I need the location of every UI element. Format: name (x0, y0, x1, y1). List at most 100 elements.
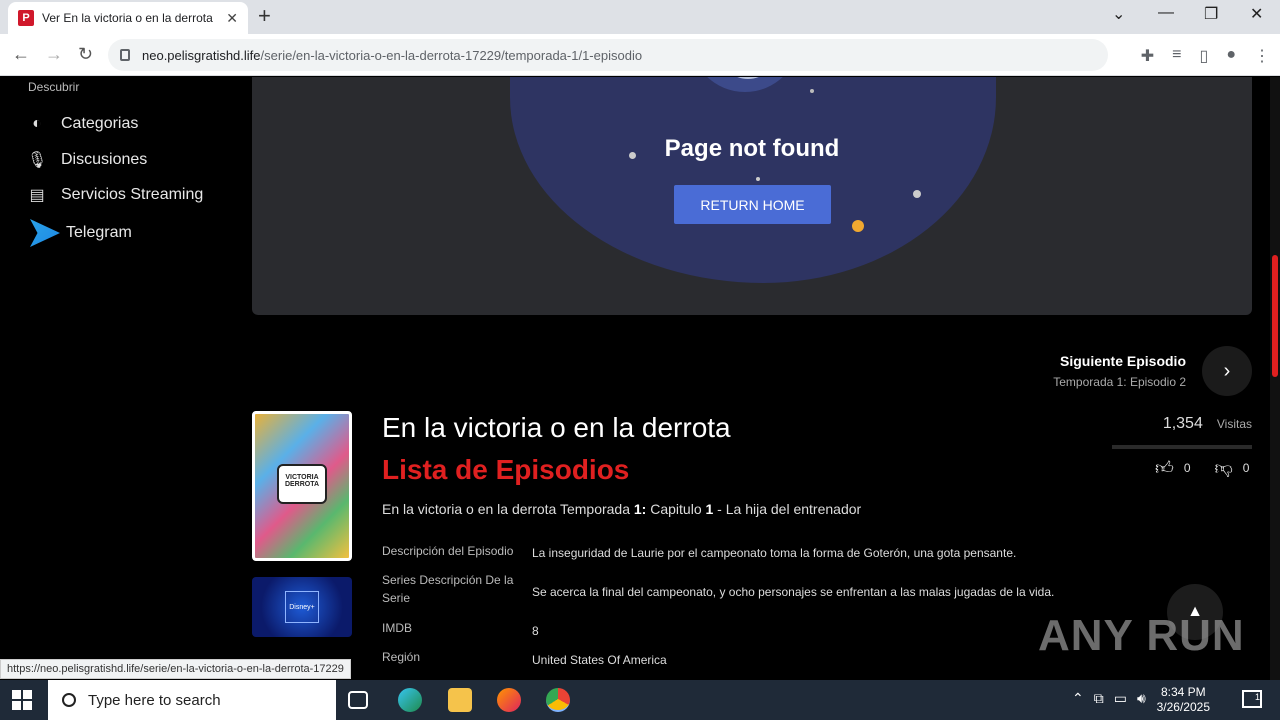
sidebar-item-categorias[interactable]: ◐ Categorias (26, 113, 138, 135)
dislike-count: 0 (1242, 461, 1250, 475)
episode-line-mid: Capitulo (646, 501, 706, 517)
page-content: Descubrir ◐ Categorias 🎙︎ Discusiones ▤ … (0, 77, 1280, 680)
episode-line-prefix: En la victoria o en la derrota Temporada (382, 501, 634, 517)
edge-icon[interactable] (398, 688, 422, 712)
status-bar-url: https://neo.pelisgratishd.life/serie/en-… (0, 659, 351, 679)
clock-date: 3/26/2025 (1156, 700, 1210, 714)
media-icon[interactable]: ≡ (1172, 46, 1181, 66)
meta-value: United States Of America (532, 653, 667, 667)
meta-label: Series Descripción De la Serie (382, 573, 514, 605)
meta-value: Se acerca la final del campeonato, y och… (532, 585, 1055, 599)
task-view-icon[interactable] (348, 691, 368, 709)
search-icon (62, 693, 76, 707)
extensions-icon[interactable]: ✚ (1141, 46, 1154, 66)
rating-controls: 👍︎ 0 👎︎ 0 (1155, 457, 1249, 479)
poster-logo: VICTORIA DERROTA (277, 464, 327, 504)
sidebar-item-streaming[interactable]: ▤ Servicios Streaming (26, 184, 203, 206)
notification-icon[interactable]: 1 (1242, 690, 1262, 708)
show-poster: VICTORIA DERROTA (252, 411, 352, 561)
episode-list-heading[interactable]: Lista de Episodios (382, 454, 629, 486)
video-player: Page not found RETURN HOME (252, 77, 1252, 315)
minimize-button[interactable]: — (1158, 4, 1174, 22)
side-panel-icon[interactable]: ▯ (1200, 46, 1209, 66)
chrome-icon[interactable] (546, 688, 570, 712)
menu-icon[interactable]: ⋮ (1254, 46, 1270, 66)
tv-stack-icon: ▤ (29, 187, 45, 204)
sidebar-item-label: Telegram (66, 224, 132, 241)
meta-label: Región (382, 650, 421, 664)
telegram-icon (30, 219, 60, 247)
next-episode-subtitle: Temporada 1: Episodio 2 (1053, 375, 1186, 389)
start-button[interactable] (12, 690, 32, 710)
file-explorer-icon[interactable] (448, 688, 472, 712)
meta-value: 8 (532, 624, 539, 638)
sidebar-item-telegram[interactable]: Telegram (30, 219, 132, 247)
show-title: En la victoria o en la derrota (382, 412, 731, 443)
disney-plus-logo: Disney+ (285, 591, 319, 623)
meta-label: Descripción del Episodio (382, 544, 514, 558)
browser-toolbar: ← → ↻ neo.pelisgratishd.life/serie/en-la… (0, 34, 1280, 76)
return-home-button[interactable]: RETURN HOME (674, 185, 831, 224)
scrollbar[interactable] (1270, 77, 1280, 680)
illustration-blob (510, 77, 996, 283)
star-dot (913, 190, 921, 198)
windows-taskbar: Type here to search ⌃ ⧉ ▭ 🔊︎ 8:34 PM 3/2… (0, 680, 1280, 720)
half-circle-icon: ◐ (32, 115, 42, 132)
meta-value: La inseguridad de Laurie por el campeona… (532, 546, 1017, 560)
microphone-icon: 🎙︎ (26, 152, 48, 169)
sidebar-section-title: Descubrir (28, 80, 80, 94)
url-host: neo.pelisgratishd.life (142, 47, 261, 63)
error-message: Page not found (664, 135, 840, 162)
site-favicon-icon: P (18, 10, 34, 26)
back-icon[interactable]: ← (12, 44, 30, 65)
next-episode[interactable]: Siguiente Episodio Temporada 1: Episodio… (1053, 353, 1186, 389)
view-count: 1,354 (1162, 415, 1203, 432)
star-dot (810, 89, 814, 93)
sidebar-item-discusiones[interactable]: 🎙︎ Discusiones (26, 149, 147, 171)
tab-search-icon[interactable]: ⌄ (1112, 4, 1125, 24)
reload-icon[interactable]: ↻ (78, 44, 93, 65)
address-bar[interactable]: neo.pelisgratishd.life/serie/en-la-victo… (108, 39, 1108, 71)
thumbs-down-icon[interactable]: 👎︎ (1215, 457, 1233, 479)
clock[interactable]: 8:34 PM 3/26/2025 (1157, 685, 1210, 715)
taskbar-search[interactable]: Type here to search (48, 680, 336, 720)
network-icon[interactable]: ⧉ (1094, 690, 1104, 707)
star-dot (756, 177, 760, 181)
thumbs-up-icon[interactable]: 👍︎ (1155, 457, 1174, 479)
chevron-right-icon[interactable]: › (1202, 346, 1252, 396)
star-dot (852, 220, 864, 232)
tab-title: Ver En la victoria o en la derrota (42, 11, 213, 25)
sidebar-item-label: Servicios Streaming (61, 186, 204, 203)
episode-line: En la victoria o en la derrota Temporada… (382, 501, 861, 517)
season-number: 1: (633, 501, 647, 517)
meta-label: IMDB (382, 621, 412, 635)
lock-icon (120, 49, 130, 61)
tab-close-icon[interactable]: ✕ (226, 10, 238, 27)
firefox-icon[interactable] (497, 688, 521, 712)
like-count: 0 (1183, 461, 1191, 475)
browser-tab[interactable]: P Ver En la victoria o en la derrota ✕ (8, 2, 248, 34)
network-logo[interactable]: Disney+ (252, 577, 352, 637)
forward-icon[interactable]: → (45, 44, 63, 65)
tab-bar: P Ver En la victoria o en la derrota ✕ +… (0, 0, 1280, 34)
episode-line-suffix: - La hija del entrenador (713, 501, 862, 517)
monitor-icon[interactable]: ▭ (1114, 690, 1127, 707)
url-path: /serie/en-la-victoria-o-en-la-derrota-17… (260, 47, 643, 63)
sidebar-item-label: Categorias (61, 115, 139, 132)
chevron-up-icon[interactable]: ⌃ (1072, 690, 1084, 707)
scrollbar-thumb[interactable] (1272, 255, 1278, 377)
close-window-button[interactable]: ✕ (1250, 4, 1263, 24)
profile-icon[interactable]: ● (1226, 46, 1236, 66)
rating-bar (1112, 445, 1252, 449)
view-counter: 1,354 Visitas (1163, 415, 1252, 433)
restore-button[interactable]: ❐ (1204, 4, 1218, 24)
next-episode-title: Siguiente Episodio (1059, 353, 1186, 369)
watermark-logo: ANY RUN (1038, 611, 1245, 660)
clock-time: 8:34 PM (1160, 685, 1206, 699)
volume-icon[interactable]: 🔊︎ (1137, 690, 1146, 707)
view-label: Visitas (1216, 417, 1252, 431)
sidebar: Descubrir ◐ Categorias 🎙︎ Discusiones ▤ … (0, 77, 240, 680)
new-tab-button[interactable]: + (258, 5, 271, 27)
taskbar-search-placeholder: Type here to search (88, 691, 221, 709)
sidebar-item-label: Discusiones (61, 151, 148, 168)
